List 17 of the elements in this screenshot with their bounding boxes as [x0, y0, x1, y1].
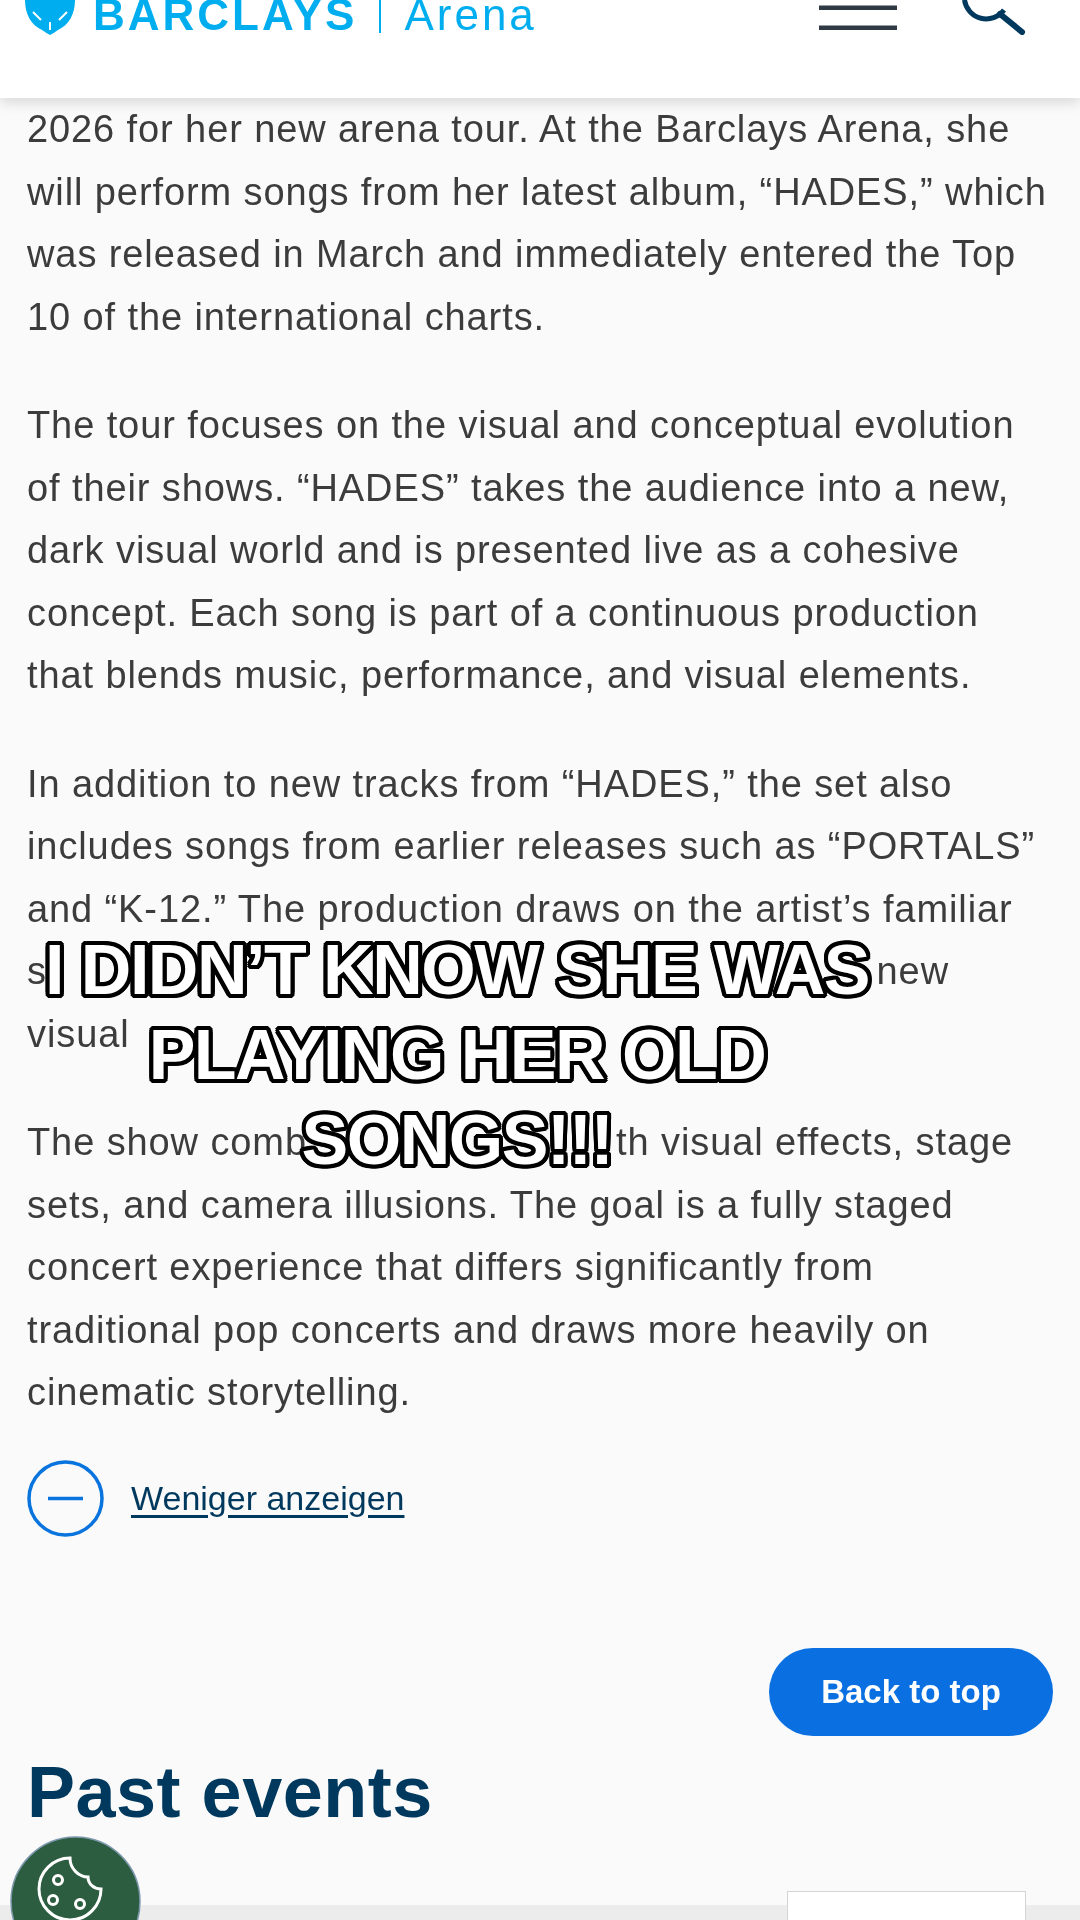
caption-line: PLAYING HER OLD [148, 1015, 766, 1096]
cookie-icon [37, 1856, 103, 1920]
caption-line: I DIDN’T KNOW SHE WAS [44, 930, 870, 1011]
article-paragraph: The tour focuses on the visual and conceptual evolution of their shows. “HADES” takes the audience into a new, dark visual world and is presented live as a cohesive concept. Each song is part of a continuous production that blends music, performance, and visual elements. [27, 403, 1015, 698]
text-fragment: new [876, 949, 949, 994]
search-icon[interactable] [961, 0, 1026, 35]
back-to-top-button[interactable]: Back to top [769, 1647, 1053, 1736]
text-fragment: th visual effects, stage [616, 1120, 1013, 1165]
logo-subtitle[interactable]: Arena [404, 0, 537, 30]
minus-circle-icon[interactable] [27, 1459, 104, 1537]
article-paragraph: 2026 for her new arena tour. At the Barclays Arena, she will perform songs from her latest album, “HADES,” which was released in March and immediately entered the Top 10 of the international charts. [27, 107, 1047, 340]
text-fragment: visual [27, 1011, 130, 1057]
article-paragraph: sets, and camera illusions. The goal is a fully staged concert experience that differs significantly from traditional pop concerts and draws more heavily on cinematic storytelling. [27, 1182, 954, 1415]
logo-text[interactable]: BARCLAYS [93, 0, 358, 30]
show-less-link[interactable]: Weniger anzeigen [131, 1478, 405, 1518]
cookie-button[interactable] [10, 1836, 141, 1920]
section-heading: Past events [26, 1755, 434, 1828]
